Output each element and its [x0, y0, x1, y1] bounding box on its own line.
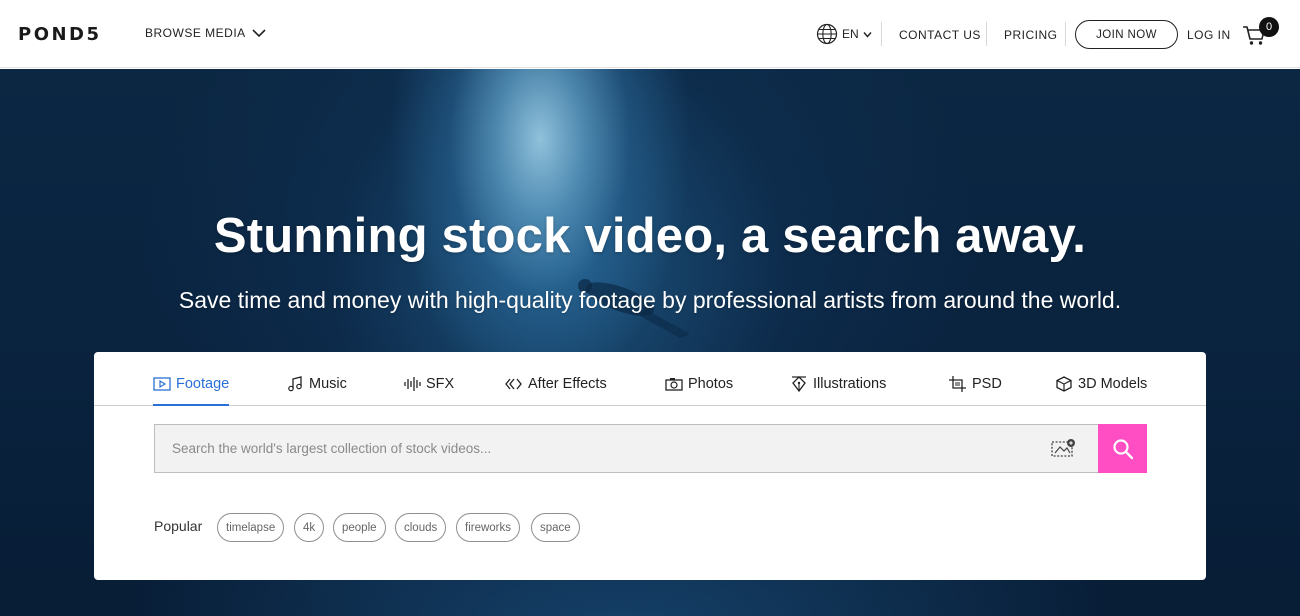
cube-icon: [1056, 376, 1072, 392]
hero-banner: Stunning stock video, a search away. Sav…: [0, 69, 1300, 616]
popular-tag-chip[interactable]: timelapse: [217, 513, 285, 542]
crop-icon: [949, 376, 966, 392]
language-label: EN: [842, 27, 859, 41]
globe-icon: [816, 23, 838, 45]
media-type-tabs: Footage Music SFX After Effects Photos I…: [94, 352, 1206, 406]
popular-tag-chip[interactable]: space: [531, 513, 580, 542]
tab-music[interactable]: Music: [286, 376, 347, 392]
image-search-button[interactable]: [1050, 437, 1078, 461]
reverse-image-search-icon: [1051, 439, 1075, 457]
log-in-link[interactable]: LOG IN: [1187, 28, 1231, 42]
tab-label: Illustrations: [813, 376, 887, 392]
tab-label: Photos: [688, 376, 734, 392]
popular-tag-chip[interactable]: people: [333, 513, 386, 542]
cart-count-badge: 0: [1259, 17, 1279, 37]
chevron-down-icon: [252, 29, 266, 38]
nav-divider: [881, 22, 882, 46]
tab-illustrations[interactable]: Illustrations: [790, 376, 886, 392]
search-panel: Footage Music SFX After Effects Photos I…: [94, 352, 1206, 580]
join-now-button[interactable]: JOIN NOW: [1075, 20, 1178, 49]
nav-divider: [1065, 22, 1066, 46]
tab-photos[interactable]: Photos: [665, 376, 733, 392]
contact-us-link[interactable]: CONTACT US: [899, 28, 981, 42]
tab-label: PSD: [972, 376, 1002, 392]
browse-media-label: BROWSE MEDIA: [145, 26, 246, 40]
language-selector[interactable]: EN: [816, 23, 872, 45]
pond5-logo[interactable]: POND5: [18, 24, 102, 45]
popular-tag-chip[interactable]: 4k: [294, 513, 325, 542]
popular-label: Popular: [154, 518, 203, 534]
search-icon: [1112, 438, 1133, 459]
tab-sfx[interactable]: SFX: [403, 376, 454, 392]
music-note-icon: [288, 376, 302, 392]
tab-label: SFX: [426, 376, 455, 392]
pricing-link[interactable]: PRICING: [1004, 28, 1058, 42]
top-navigation-bar: POND5 BROWSE MEDIA EN CONTACT US PRICING…: [0, 0, 1300, 68]
nav-divider: [986, 22, 987, 46]
tab-label: Footage: [176, 376, 230, 392]
tab-after-effects[interactable]: After Effects: [505, 376, 607, 392]
play-icon: [153, 377, 171, 391]
search-bar: [154, 424, 1147, 473]
hero-headline: Stunning stock video, a search away.: [213, 209, 1087, 263]
waveform-icon: [404, 377, 421, 391]
popular-tag-chip[interactable]: fireworks: [456, 513, 521, 542]
tab-footage[interactable]: Footage: [153, 376, 230, 406]
after-effects-icon: [505, 378, 522, 390]
tab-label: Music: [309, 376, 347, 392]
tab-psd[interactable]: PSD: [949, 376, 1002, 392]
camera-icon: [665, 378, 683, 391]
tab-label: After Effects: [528, 376, 607, 392]
search-input[interactable]: [155, 425, 1035, 472]
tab-3d-models[interactable]: 3D Models: [1055, 376, 1147, 392]
search-button[interactable]: [1098, 424, 1147, 473]
tab-label: 3D Models: [1078, 376, 1148, 392]
popular-tag-chip[interactable]: clouds: [395, 513, 447, 542]
pen-nib-icon: [792, 376, 806, 392]
chevron-down-icon: [863, 31, 872, 38]
hero-subheadline: Save time and money with high-quality fo…: [178, 287, 1122, 313]
browse-media-menu[interactable]: BROWSE MEDIA: [145, 26, 266, 40]
